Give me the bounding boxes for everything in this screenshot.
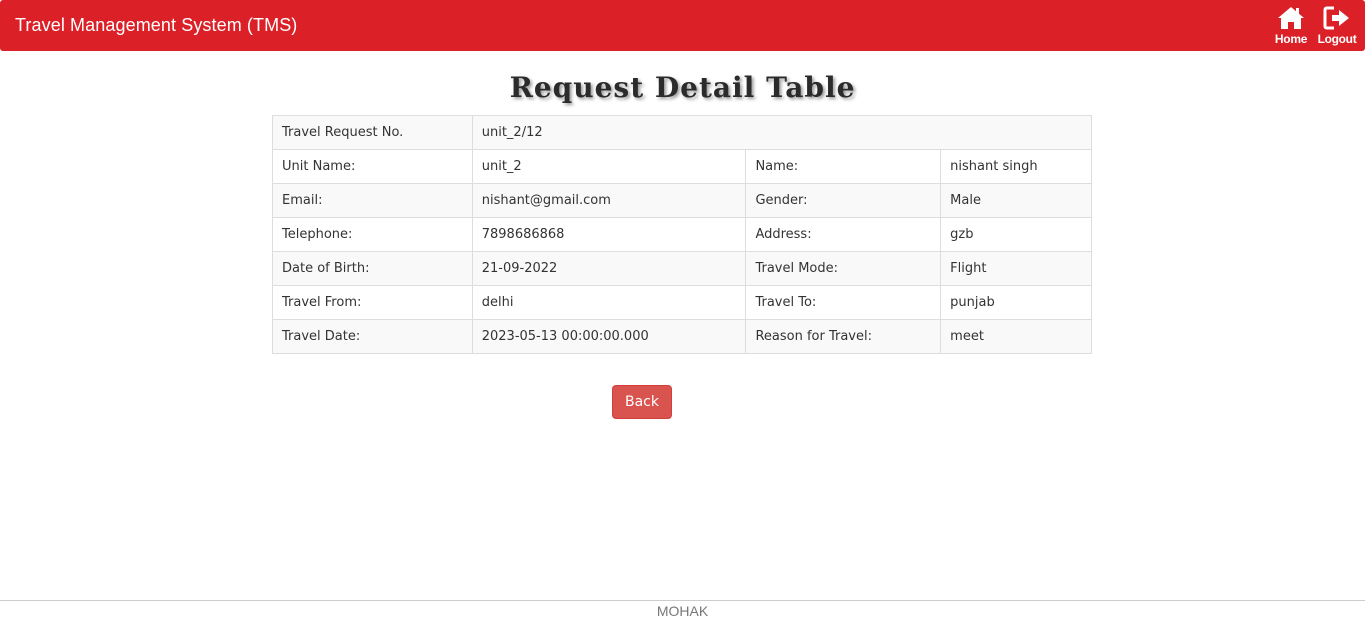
table-row: Telephone: 7898686868 Address: gzb (272, 217, 1092, 252)
home-icon (1271, 6, 1311, 30)
field-value: 7898686868 (471, 217, 747, 252)
field-label: Telephone: (272, 217, 473, 252)
field-value: unit_2 (471, 149, 747, 184)
request-no-value: unit_2/12 (471, 115, 1093, 150)
field-value: meet (940, 319, 1092, 354)
field-label: Unit Name: (272, 149, 473, 184)
field-value: gzb (940, 217, 1092, 252)
field-label: Name: (745, 149, 942, 184)
app-title: Travel Management System (TMS) (15, 15, 298, 35)
field-label: Reason for Travel: (745, 319, 942, 354)
table-row: Travel From: delhi Travel To: punjab (272, 285, 1092, 320)
table-row: Email: nishant@gmail.com Gender: Male (272, 183, 1092, 218)
home-button[interactable]: Home (1271, 6, 1311, 46)
field-value: Male (940, 183, 1092, 218)
request-detail-table: Travel Request No. unit_2/12 Unit Name: u… (272, 115, 1093, 354)
field-label: Travel From: (272, 285, 473, 320)
top-navbar: Travel Management System (TMS) Home Logo… (0, 0, 1365, 51)
home-label: Home (1274, 32, 1308, 46)
field-label: Email: (272, 183, 473, 218)
table-row: Travel Request No. unit_2/12 (272, 115, 1093, 150)
field-value: nishant singh (940, 149, 1092, 184)
field-label: Travel Date: (272, 319, 473, 354)
field-label: Address: (745, 217, 942, 252)
field-value: Flight (940, 251, 1092, 286)
logout-icon (1317, 6, 1357, 30)
field-label: Gender: (745, 183, 942, 218)
field-label: Travel To: (745, 285, 942, 320)
page-title: Request Detail Table (509, 71, 856, 104)
logout-label: Logout (1317, 32, 1357, 46)
table-row: Date of Birth: 21-09-2022 Travel Mode: Flig… (272, 251, 1092, 286)
logout-button[interactable]: Logout (1317, 6, 1357, 46)
footer-text: MOHAK (656, 603, 709, 619)
field-value: 2023-05-13 00:00:00.000 (471, 319, 747, 354)
field-value: delhi (471, 285, 747, 320)
back-button[interactable]: Back (612, 385, 672, 419)
field-value: punjab (940, 285, 1092, 320)
field-label: Travel Mode: (745, 251, 942, 286)
field-value: 21-09-2022 (471, 251, 747, 286)
request-no-label: Travel Request No. (272, 115, 473, 150)
table-row: Travel Date: 2023-05-13 00:00:00.000 Reaso… (272, 319, 1092, 354)
field-label: Date of Birth: (272, 251, 473, 286)
table-row: Unit Name: unit_2 Name: nishant singh (272, 149, 1092, 184)
footer-divider (0, 600, 1365, 601)
field-value: nishant@gmail.com (471, 183, 747, 218)
